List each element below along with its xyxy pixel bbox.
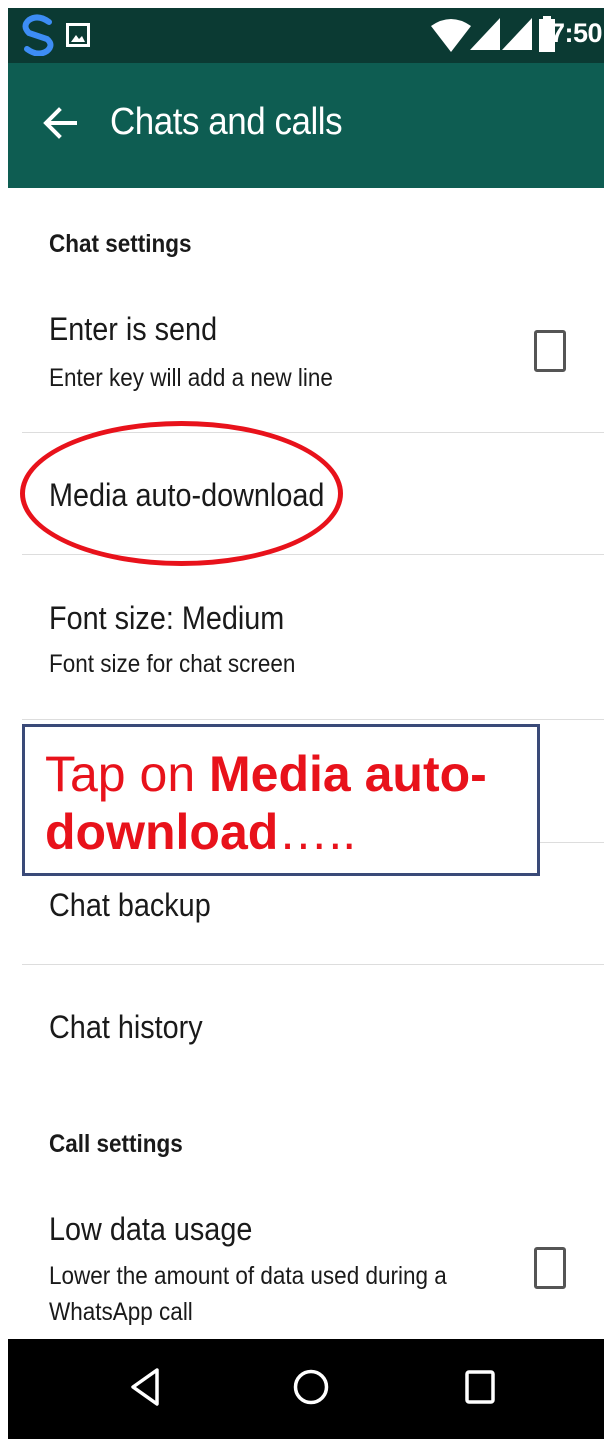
wifi-icon <box>431 18 471 57</box>
recents-square-icon <box>465 1369 495 1409</box>
setting-low-data-usage[interactable]: Low data usage Lower the amount of data … <box>22 1200 604 1339</box>
section-header-chat-settings: Chat settings <box>49 230 192 258</box>
image-icon <box>66 23 90 52</box>
setting-subtitle: Enter key will add a new line <box>49 364 333 392</box>
setting-enter-is-send[interactable]: Enter is send Enter key will add a new l… <box>22 300 604 432</box>
screen-frame <box>0 0 8 1439</box>
instruction-prefix: Tap on <box>45 746 210 802</box>
setting-title: Font size: Medium <box>49 600 285 636</box>
nav-back-button[interactable] <box>123 1367 167 1411</box>
highlight-ellipse <box>20 421 343 566</box>
navigation-bar <box>8 1339 604 1439</box>
sync-s-icon <box>20 14 56 61</box>
enter-is-send-checkbox[interactable] <box>534 330 566 372</box>
instruction-callout: Tap on Media auto-download….. <box>22 724 540 876</box>
divider <box>22 719 604 720</box>
instruction-text: Tap on Media auto-download….. <box>45 745 525 861</box>
section-header-call-settings: Call settings <box>49 1130 183 1158</box>
nav-home-button[interactable] <box>289 1367 333 1411</box>
setting-font-size[interactable]: Font size: Medium Font size for chat scr… <box>22 555 604 719</box>
signal-icon <box>470 18 500 55</box>
low-data-usage-checkbox[interactable] <box>534 1247 566 1289</box>
status-time: 7:50 <box>549 18 603 48</box>
setting-subtitle: Font size for chat screen <box>49 650 296 678</box>
status-bar: 7:50 <box>8 8 604 63</box>
page-title: Chats and calls <box>110 101 343 143</box>
setting-subtitle: Lower the amount of data used during a <box>49 1262 447 1290</box>
setting-title: Enter is send <box>49 311 218 347</box>
arrow-back-icon <box>43 106 77 145</box>
home-circle-icon <box>293 1369 329 1410</box>
app-bar: Chats and calls <box>8 63 604 188</box>
instruction-suffix: ….. <box>278 804 357 860</box>
setting-title: Chat backup <box>49 887 211 923</box>
setting-subtitle-line2: WhatsApp call <box>49 1298 193 1326</box>
setting-title: Low data usage <box>49 1211 253 1247</box>
back-triangle-icon <box>130 1367 160 1412</box>
signal-icon <box>502 18 532 55</box>
setting-chat-history[interactable]: Chat history <box>22 965 604 1086</box>
back-button[interactable] <box>30 95 90 155</box>
setting-title: Chat history <box>49 1009 203 1045</box>
nav-recents-button[interactable] <box>458 1367 502 1411</box>
